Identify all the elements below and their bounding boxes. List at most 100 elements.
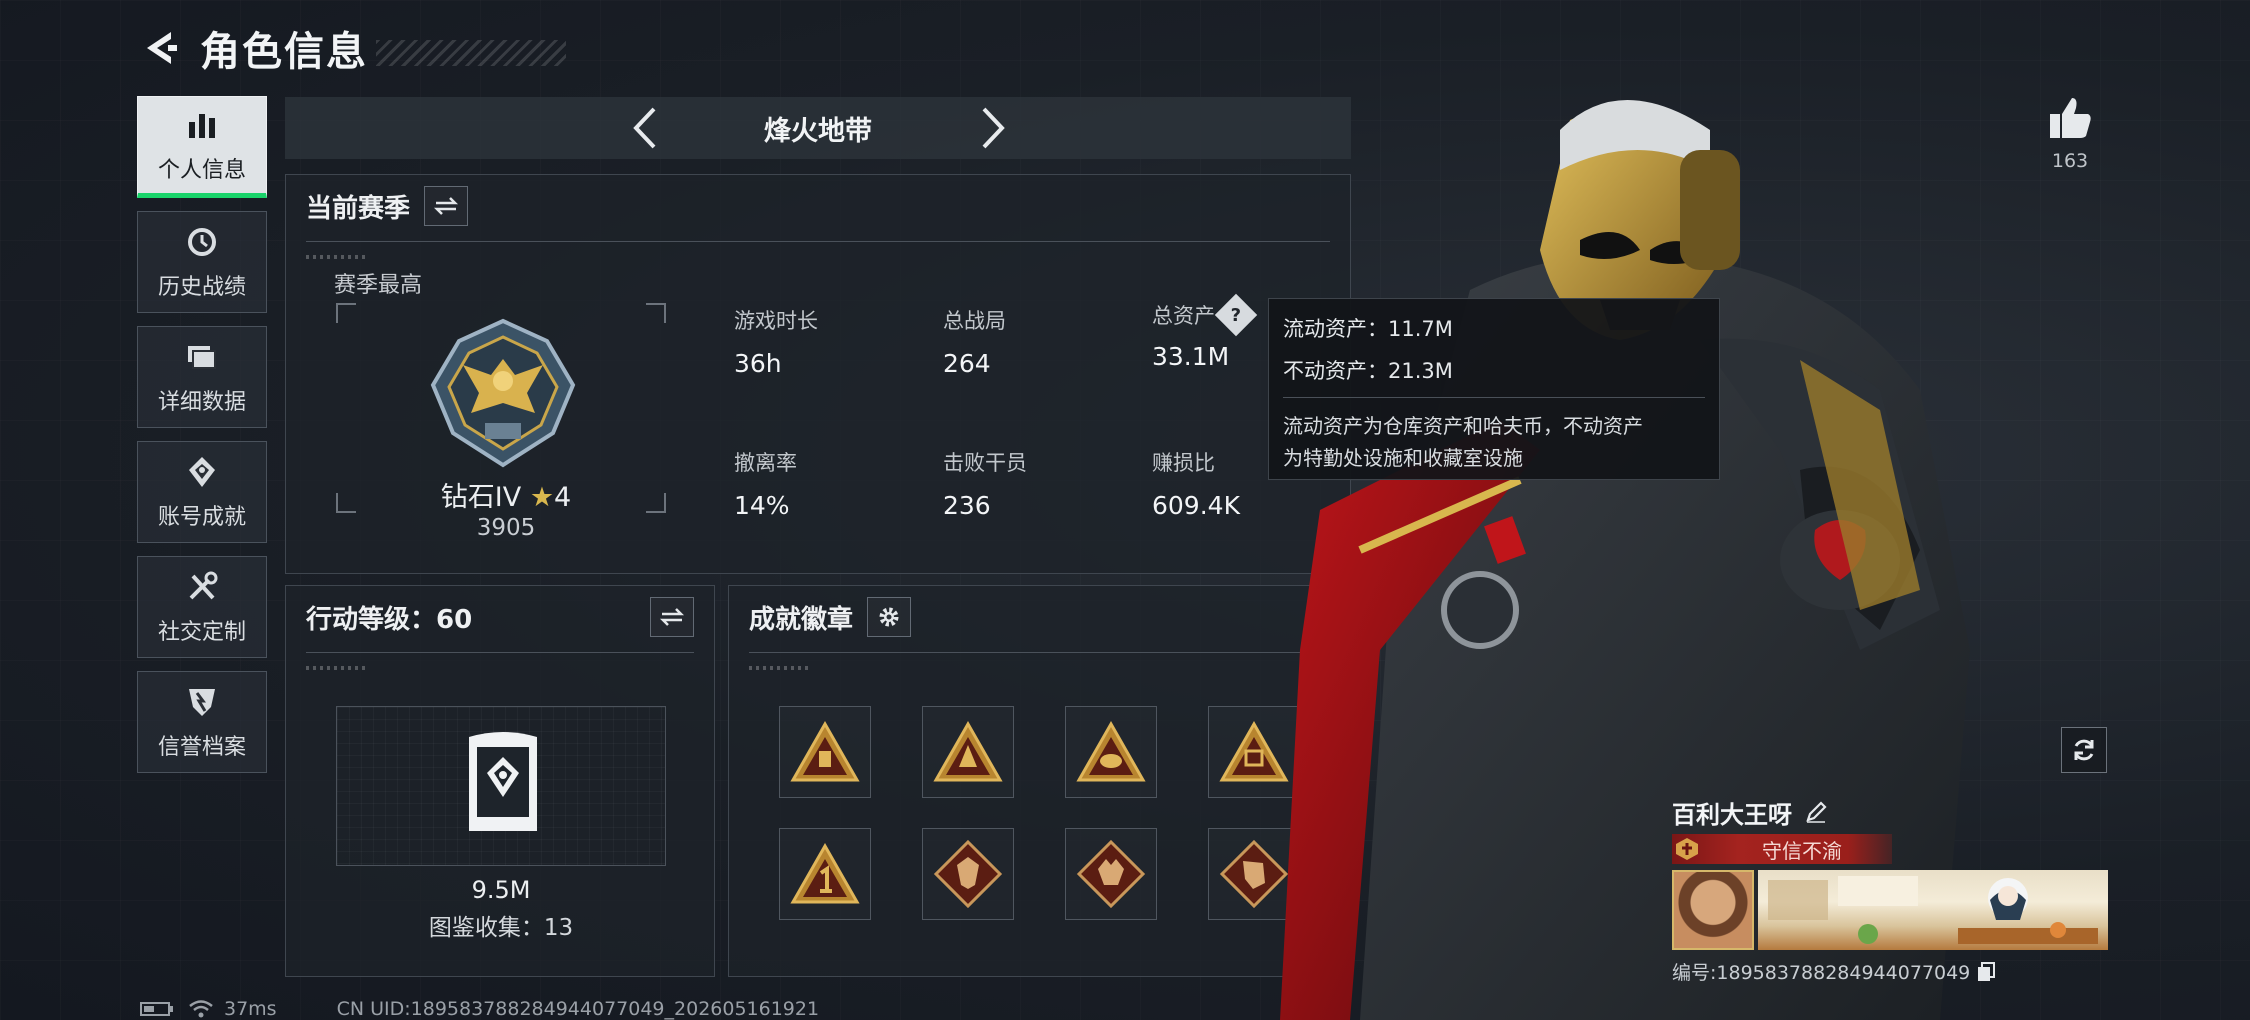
copy-id-button[interactable] [1976, 961, 1998, 983]
player-banner[interactable] [1758, 870, 2108, 950]
tooltip-liquid-assets: 流动资产：11.7M [1283, 317, 1453, 341]
assets-tooltip: 流动资产：11.7M 不动资产：21.3M 流动资产为仓库资产和哈夫币，不动资产… [1268, 298, 1720, 480]
stat-profit-ratio: 赚损比 609.4K [1152, 451, 1240, 520]
sidebar-item-label: 历史战绩 [157, 275, 246, 300]
copy-icon [1978, 961, 1996, 981]
decor-ticks [749, 666, 809, 670]
badge-slot[interactable] [779, 706, 871, 798]
like-count: 163 [2051, 150, 2089, 172]
badge-slot[interactable] [779, 828, 871, 920]
player-name: 百利大王呀 [1672, 800, 1792, 829]
badge-slot[interactable] [922, 706, 1014, 798]
sidebar-item-personal-info[interactable]: 个人信息 [137, 96, 267, 198]
wifi-icon [189, 1000, 213, 1018]
sidebar-item-social[interactable]: 社交定制 [137, 556, 267, 658]
rank-score: 3905 [476, 515, 536, 541]
triangle-badge-icon [790, 721, 860, 782]
season-best-label: 赛季最高 [334, 273, 423, 298]
badge-slot[interactable] [1065, 706, 1157, 798]
triangle-badge-icon [1076, 721, 1146, 782]
badges-title: 成就徽章 [749, 604, 854, 635]
honor-emblem-icon [1672, 834, 1702, 864]
history-clock-icon [183, 223, 221, 261]
divider [306, 652, 694, 653]
refresh-button[interactable] [2061, 727, 2107, 773]
collection-count: 图鉴收集：13 [428, 915, 574, 941]
rank-tier: 钻石IV [440, 482, 522, 513]
stat-extract-rate: 撤离率 14% [734, 451, 797, 520]
prev-mode-button[interactable] [625, 103, 665, 153]
like-button[interactable] [2046, 94, 2094, 142]
sidebar-item-history[interactable]: 历史战绩 [137, 211, 267, 313]
stat-play-time: 游戏时长 36h [734, 309, 818, 378]
edit-name-button[interactable] [1802, 798, 1830, 826]
season-panel: 当前赛季 赛季最高 钻石IV ★4 3905 游戏时长 36h 总战局 264 … [285, 174, 1351, 574]
player-avatar[interactable] [1672, 870, 1754, 950]
season-title: 当前赛季 [306, 193, 411, 224]
tools-icon [183, 568, 221, 606]
status-footer: 37ms CN UID:18958378828494407704​9_20260… [140, 998, 819, 1020]
divider [306, 241, 1330, 242]
player-id: 编号:18958378828494407704​9 [1672, 962, 1971, 984]
diamond-beast-badge-icon [1076, 839, 1146, 909]
sidebar-item-label: 账号成就 [157, 505, 246, 530]
uid-text: CN UID:18958378828494407704​9_2026051619… [336, 998, 820, 1020]
triangle-badge-icon [933, 721, 1003, 782]
folder-data-icon [183, 338, 221, 376]
sidebar-item-credit[interactable]: 信誉档案 [137, 671, 267, 773]
honor-title-tag: 守信不渝 [1672, 834, 1892, 864]
chevron-right-icon [982, 107, 1005, 149]
mode-selector: 烽火地带 [285, 97, 1351, 159]
pencil-icon [1806, 801, 1827, 823]
divider [1283, 397, 1705, 398]
rank-name: 钻石IV ★4 [406, 475, 606, 514]
swap-icon [433, 197, 459, 215]
sidebar-item-label: 详细数据 [157, 390, 246, 415]
sidebar-item-label: 信誉档案 [157, 735, 246, 760]
collection-room-icon [469, 732, 537, 831]
decor-ticks [306, 666, 366, 670]
decor-ticks [306, 255, 366, 259]
bar-chart-icon [183, 106, 221, 144]
credit-shield-icon [183, 683, 221, 721]
stat-kills: 击败干员 236 [943, 451, 1027, 520]
player-card: 百利大王呀 守信不渝 编号:18958378828494407704​9 [1672, 792, 2112, 985]
ping-value: 37ms [224, 998, 277, 1020]
battery-icon [140, 1002, 173, 1016]
title-decoration [376, 40, 566, 66]
sidebar-item-detail-data[interactable]: 详细数据 [137, 326, 267, 428]
tooltip-desc-line2: 为特勤处设施和收藏室设施 [1283, 446, 1523, 470]
stat-total-assets: 总资产 ? 33.1M [1152, 293, 1258, 371]
badge-slot[interactable] [1065, 828, 1157, 920]
level-switch-button[interactable] [650, 597, 694, 637]
diamond-beast-badge-icon [933, 839, 1003, 909]
header: 角色信息 [140, 18, 566, 78]
badge-slot[interactable] [922, 828, 1014, 920]
sidebar: 个人信息 历史战绩 详细数据 账号成就 社交定制 信誉档案 [137, 96, 267, 786]
star-icon: ★ [529, 482, 555, 513]
page-title: 角色信息 [200, 29, 368, 75]
sidebar-item-achievements[interactable]: 账号成就 [137, 441, 267, 543]
stat-total-matches: 总战局 264 [943, 309, 1006, 378]
badges-settings-button[interactable] [867, 597, 912, 637]
achievement-icon [183, 453, 221, 491]
gear-icon [879, 607, 899, 627]
rank-stars: 4 [554, 482, 572, 513]
level-title: 行动等级：60 [306, 604, 473, 635]
back-button[interactable] [140, 25, 180, 71]
collection-value: 9.5M [471, 876, 531, 904]
sidebar-item-label: 社交定制 [157, 620, 246, 645]
collection-display[interactable] [336, 706, 666, 866]
sidebar-item-label: 个人信息 [157, 158, 246, 183]
mode-name: 烽火地带 [764, 115, 872, 147]
next-mode-button[interactable] [973, 103, 1013, 153]
action-level-panel: 行动等级：60 9.5M 图鉴收集：13 [285, 585, 715, 977]
tooltip-fixed-assets: 不动资产：21.3M [1283, 359, 1453, 383]
season-switch-button[interactable] [424, 186, 469, 226]
refresh-icon [2074, 739, 2094, 761]
tooltip-desc-line1: 流动资产为仓库资产和哈夫币，不动资产 [1283, 414, 1643, 438]
triangle-badge-icon [790, 843, 860, 904]
chevron-left-icon [633, 107, 656, 149]
rank-badge-icon [423, 315, 583, 475]
honor-title-text: 守信不渝 [1762, 838, 1842, 863]
